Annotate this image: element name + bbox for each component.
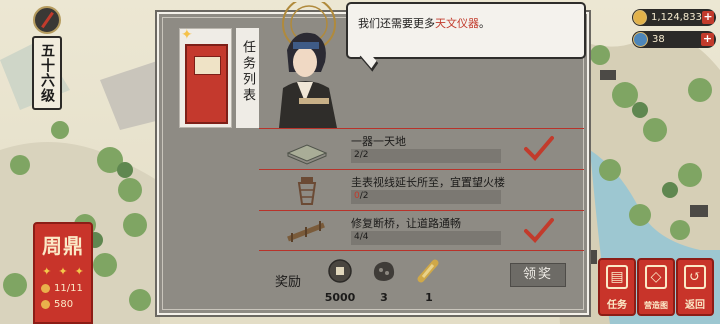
dynasty-name: 周鼎 <box>42 234 84 258</box>
level-label: 五十六级 <box>39 43 55 103</box>
back-button[interactable]: ↺ 返回 <box>676 258 714 316</box>
blueprint-button[interactable]: ◇ 营造图 <box>637 258 675 316</box>
population-icon <box>41 300 50 309</box>
star-icon: ✦ <box>58 265 68 278</box>
sparkle-icon: ✦ <box>181 27 193 43</box>
task-row[interactable]: 修复断桥，让道路通畅 4/4 <box>259 210 584 251</box>
task-progress-total: /2 <box>359 150 369 160</box>
level-badge[interactable]: 五十六级 <box>32 36 62 110</box>
star-icon: ✦ <box>74 265 84 278</box>
star-icon: ✦ <box>42 265 52 278</box>
back-arrow-icon: ↺ <box>684 265 706 289</box>
dynasty-progress-row: 11/11 <box>35 283 91 294</box>
bridge-icon <box>287 221 325 242</box>
task-progress: 4/4 <box>354 232 369 242</box>
task-row[interactable]: 一器一天地 2/2 <box>259 128 584 169</box>
task-progress: 2/2 <box>354 150 369 160</box>
rewards-label: 奖励 <box>275 275 302 290</box>
task-title: 一器一天地 <box>351 135 406 148</box>
reward-item: 5000 <box>322 258 358 304</box>
reward-item: 3 <box>366 258 402 304</box>
task-progress-total: /4 <box>359 232 369 242</box>
task-list-tab[interactable]: 任务列表 <box>236 28 259 128</box>
task-list: 一器一天地 2/2 圭表视线延长所至，宜置望火楼 0/2 修复断桥，让道路通畅 … <box>259 128 584 251</box>
task-list-title: 任务列表 <box>240 40 255 104</box>
reward-value: 5000 <box>324 291 356 304</box>
coin-counter: 1,124,833 + <box>632 9 716 26</box>
task-progress-bar: 4/4 <box>351 231 501 245</box>
back-button-label: 返回 <box>685 300 705 311</box>
task-title: 修复断桥，让道路通畅 <box>351 217 461 230</box>
reward-item: 1 <box>411 258 447 304</box>
task-progress-bar: 0/2 <box>351 190 501 204</box>
scroll-icon: ▤ <box>606 265 628 289</box>
check-icon <box>524 136 554 161</box>
book-icon <box>633 32 648 47</box>
dynasty-card[interactable]: 周鼎 ✦ ✦ ✦ 11/11 580 <box>33 222 93 324</box>
watchtower-icon <box>297 177 317 205</box>
claim-reward-button[interactable]: 领奖 <box>510 263 566 287</box>
task-button-label: 任务 <box>607 300 627 311</box>
reward-value: 1 <box>425 291 433 304</box>
task-progress: 0/2 <box>354 191 369 201</box>
speech-suffix: 。 <box>479 17 490 30</box>
speech-highlight: 天文仪器 <box>435 17 479 30</box>
rewards-section: 奖励 5000 3 1 领奖 <box>259 253 584 309</box>
blueprint-button-label: 营造图 <box>644 300 668 310</box>
compass-icon[interactable] <box>33 6 61 34</box>
platform-icon <box>286 144 328 165</box>
book-value: 38 <box>652 34 665 45</box>
task-book-card[interactable]: ✦ <box>179 27 232 128</box>
task-dialog: ✦ 任务列表 我们还需要更多天文仪器。 一器一天地 2/2 圭表视线延长所至，宜… <box>155 2 591 317</box>
stone-icon <box>373 261 395 281</box>
dynasty-stars: ✦ ✦ ✦ <box>35 265 91 278</box>
reward-value: 3 <box>380 291 388 304</box>
progress-icon <box>41 284 50 293</box>
npc-speech-bubble: 我们还需要更多天文仪器。 <box>346 2 586 72</box>
task-row[interactable]: 圭表视线延长所至，宜置望火楼 0/2 <box>259 169 584 210</box>
speech-prefix: 我们还需要更多 <box>358 17 435 30</box>
scroll-icon <box>417 259 439 283</box>
task-title: 圭表视线延长所至，宜置望火楼 <box>351 176 505 189</box>
task-book-icon <box>185 44 228 124</box>
dynasty-population-row: 580 <box>35 299 91 310</box>
coin-value: 1,124,833 <box>651 12 702 23</box>
scholar-portrait <box>279 2 337 128</box>
dynasty-progress: 11/11 <box>54 283 83 294</box>
coin-icon <box>633 10 648 25</box>
check-icon <box>524 218 554 243</box>
task-button[interactable]: ▤ 任务 <box>598 258 636 316</box>
task-progress-bar: 2/2 <box>351 149 501 163</box>
dynasty-population: 580 <box>54 299 74 310</box>
add-coins-button[interactable]: + <box>701 11 714 24</box>
blueprint-icon: ◇ <box>645 265 667 289</box>
coin-icon <box>328 259 352 283</box>
task-progress-total: /2 <box>359 191 369 201</box>
add-books-button[interactable]: + <box>701 33 714 46</box>
book-counter: 38 + <box>632 31 716 48</box>
